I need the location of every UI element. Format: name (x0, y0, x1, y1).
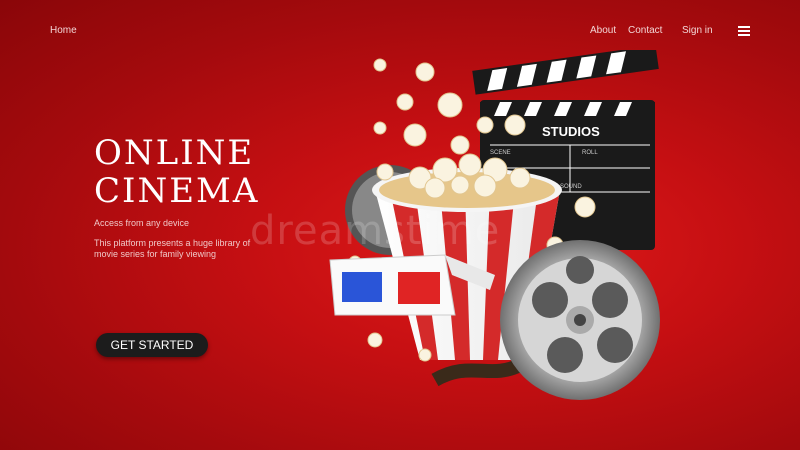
film-reel-front (500, 240, 660, 400)
subtitle: Access from any device (94, 218, 190, 228)
film-strip (431, 358, 524, 387)
get-started-button[interactable]: GET STARTED (96, 333, 208, 357)
hamburger-menu-icon[interactable] (738, 26, 750, 36)
clapper-sound-label: SOUND (560, 184, 582, 190)
nav-about-link[interactable]: About (590, 25, 616, 36)
page-title: Online Cinema (94, 134, 259, 210)
description: This platform presents a huge library of… (94, 238, 251, 259)
nav-contact-link[interactable]: Contact (628, 25, 662, 36)
clapper-scene-label: SCENE (490, 150, 511, 156)
title-line-2: Cinema (94, 171, 260, 211)
clapper-roll-label: ROLL (582, 150, 598, 156)
nav-signin-link[interactable]: Sign in (682, 25, 713, 36)
title-line-1: Online (94, 133, 255, 173)
watermark-text: dreamstime (250, 208, 501, 254)
clapper-studios-text: STUDIOS (542, 124, 600, 139)
nav-home-link[interactable]: Home (50, 25, 77, 36)
